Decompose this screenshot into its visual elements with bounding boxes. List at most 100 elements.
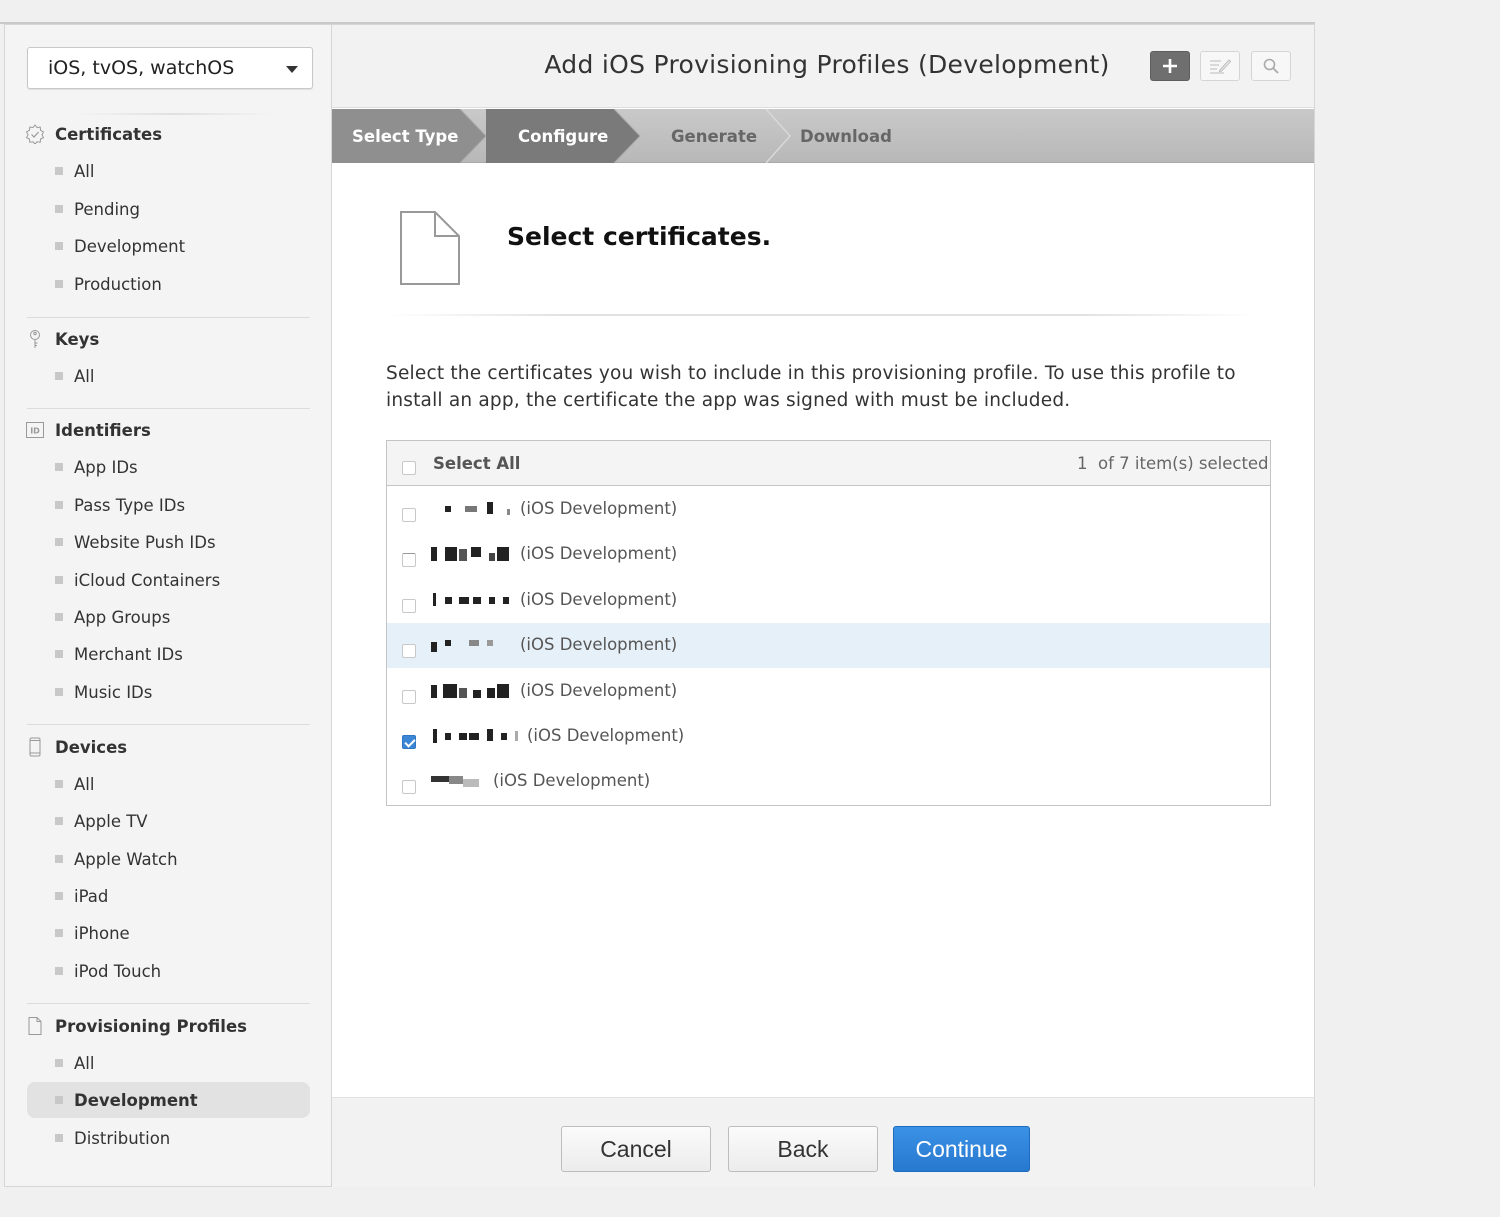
selected-count: 1: [1077, 454, 1088, 473]
wizard-steps: Select Type Configure Generate Download: [332, 109, 1314, 163]
certificate-type: (iOS Development): [520, 635, 678, 654]
nav-item-label: All: [74, 161, 95, 181]
sidebar-divider: [27, 317, 310, 318]
certificate-row[interactable]: (iOS Development): [387, 669, 1270, 714]
nav-certificates-pending[interactable]: Pending: [27, 191, 310, 227]
search-icon: [1263, 58, 1279, 74]
select-all-checkbox[interactable]: [402, 461, 416, 475]
bullet-icon: [55, 1059, 63, 1067]
nav-item-label: iPod Touch: [74, 961, 162, 981]
platform-select-value: iOS, tvOS, watchOS: [48, 57, 235, 79]
section-title-label: Keys: [55, 329, 100, 349]
nav-item-label: Development: [74, 236, 186, 256]
nav-identifiers-icloud-containers[interactable]: iCloud Containers: [27, 562, 310, 598]
cancel-button[interactable]: Cancel: [561, 1126, 711, 1172]
document-icon: [25, 1016, 45, 1036]
nav-certificates-production[interactable]: Production: [27, 266, 310, 302]
bullet-icon: [55, 1134, 63, 1142]
bullet-icon: [55, 817, 63, 825]
nav-devices-ipod-touch[interactable]: iPod Touch: [27, 953, 310, 989]
bullet-icon: [55, 280, 63, 288]
nav-certificates-all[interactable]: All: [27, 153, 310, 189]
certificate-badge-icon: [25, 124, 45, 144]
chevron-down-icon: [286, 66, 298, 73]
bullet-icon: [55, 167, 63, 175]
continue-button[interactable]: Continue: [893, 1126, 1030, 1172]
step-chevron-icon: [614, 109, 641, 163]
nav-identifiers-merchant-ids[interactable]: Merchant IDs: [27, 636, 310, 672]
main-panel: Add iOS Provisioning Profiles (Developme…: [332, 25, 1314, 1188]
page-bottom-background: [0, 1187, 1500, 1217]
nav-item-label: Website Push IDs: [74, 532, 216, 552]
bullet-icon: [55, 501, 63, 509]
bullet-icon: [55, 463, 63, 471]
nav-devices-apple-tv[interactable]: Apple TV: [27, 803, 310, 839]
certificate-row[interactable]: (iOS Development): [387, 714, 1270, 759]
certificate-type: (iOS Development): [520, 590, 678, 609]
nav-devices-ipad[interactable]: iPad: [27, 878, 310, 914]
section-heading: Select certificates.: [507, 222, 772, 251]
certificate-list: Select All 1 of 7 item(s) selected (iOS …: [386, 440, 1271, 806]
nav-item-label: App Groups: [74, 607, 171, 627]
add-button[interactable]: [1150, 51, 1190, 81]
certificate-checkbox[interactable]: [402, 644, 416, 658]
certificate-type: (iOS Development): [520, 681, 678, 700]
nav-identifiers-app-ids[interactable]: App IDs: [27, 449, 310, 485]
section-identifiers[interactable]: ID Identifiers: [25, 418, 151, 442]
footer-bar: Cancel Back Continue: [332, 1097, 1314, 1188]
key-icon: [25, 329, 45, 349]
certificate-list-header: Select All 1 of 7 item(s) selected: [387, 441, 1270, 486]
certificate-checkbox[interactable]: [402, 553, 416, 567]
certificate-row[interactable]: (iOS Development): [387, 532, 1270, 577]
step-select-type: Select Type: [352, 126, 459, 146]
back-button[interactable]: Back: [728, 1126, 878, 1172]
certificate-checkbox[interactable]: [402, 599, 416, 613]
edit-button[interactable]: [1200, 51, 1240, 81]
section-keys[interactable]: Keys: [25, 327, 99, 351]
platform-select[interactable]: iOS, tvOS, watchOS: [27, 47, 313, 89]
nav-item-label: All: [74, 366, 95, 386]
nav-profiles-development[interactable]: Development: [27, 1082, 310, 1118]
section-certificates[interactable]: Certificates: [25, 122, 162, 146]
bullet-icon: [55, 967, 63, 975]
certificate-checkbox[interactable]: [402, 690, 416, 704]
nav-item-label: Development: [74, 1090, 198, 1110]
nav-keys-all[interactable]: All: [27, 358, 310, 394]
nav-profiles-all[interactable]: All: [27, 1045, 310, 1081]
nav-devices-iphone[interactable]: iPhone: [27, 915, 310, 951]
nav-devices-apple-watch[interactable]: Apple Watch: [27, 841, 310, 877]
nav-item-label: App IDs: [74, 457, 138, 477]
section-provisioning-profiles[interactable]: Provisioning Profiles: [25, 1014, 247, 1038]
nav-item-label: iPhone: [74, 923, 130, 943]
section-devices[interactable]: Devices: [25, 735, 127, 759]
certificate-checkbox[interactable]: [402, 508, 416, 522]
bullet-icon: [55, 929, 63, 937]
nav-identifiers-app-groups[interactable]: App Groups: [27, 599, 310, 635]
certificate-row[interactable]: (iOS Development): [387, 623, 1270, 668]
step-download: Download: [800, 126, 892, 146]
nav-devices-all[interactable]: All: [27, 766, 310, 802]
certificate-row[interactable]: (iOS Development): [387, 759, 1270, 804]
certificate-row[interactable]: (iOS Development): [387, 578, 1270, 623]
description-text: Select the certificates you wish to incl…: [386, 363, 1236, 411]
nav-item-label: Pending: [74, 199, 140, 219]
nav-identifiers-website-push-ids[interactable]: Website Push IDs: [27, 524, 310, 560]
section-title-label: Provisioning Profiles: [55, 1016, 247, 1036]
bullet-icon: [55, 205, 63, 213]
certificate-checkbox[interactable]: [402, 780, 416, 794]
nav-identifiers-music-ids[interactable]: Music IDs: [27, 674, 310, 710]
nav-certificates-development[interactable]: Development: [27, 228, 310, 264]
search-button[interactable]: [1251, 51, 1291, 81]
sidebar: iOS, tvOS, watchOS Certificates All Pend…: [5, 25, 332, 1186]
bullet-icon: [55, 242, 63, 250]
sidebar-divider: [27, 408, 310, 409]
id-icon: ID: [25, 420, 45, 440]
nav-profiles-distribution[interactable]: Distribution: [27, 1120, 310, 1156]
certificate-checkbox[interactable]: [402, 735, 416, 749]
certificate-type: (iOS Development): [520, 499, 678, 518]
sidebar-divider: [27, 724, 310, 725]
certificate-row[interactable]: (iOS Development): [387, 487, 1270, 532]
section-title-label: Identifiers: [55, 420, 151, 440]
nav-identifiers-pass-type-ids[interactable]: Pass Type IDs: [27, 487, 310, 523]
bullet-icon: [55, 372, 63, 380]
